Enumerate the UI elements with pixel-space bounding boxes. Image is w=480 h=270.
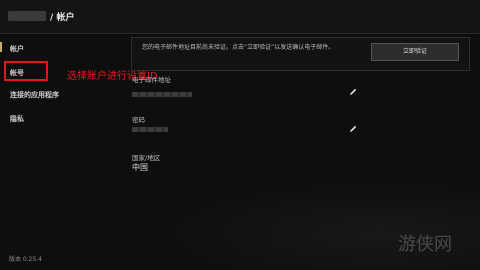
email-label: 电子邮件地址 — [132, 76, 171, 84]
sidebar-item-connected-apps[interactable]: 连接的应用程序 — [10, 90, 59, 100]
password-label: 密码 — [132, 116, 145, 124]
region-label: 国家/地区 — [132, 154, 161, 162]
version-label: 版本 0.25.4 — [9, 256, 42, 263]
annotation-highlight-box — [4, 61, 48, 81]
verify-now-button[interactable]: 立即验证 — [371, 43, 459, 61]
verification-notice: 您的电子邮件地址目前尚未验证。点击“立即验证”以发送确认电子邮件。 立即验证 — [131, 37, 470, 71]
region-value: 中国 — [132, 163, 148, 172]
site-watermark: 游侠网 — [398, 234, 452, 255]
breadcrumb: / 帐户 — [50, 10, 74, 23]
sidebar-item-privacy[interactable]: 隐私 — [10, 114, 24, 124]
sidebar-item-account[interactable]: 帐户 — [0, 42, 24, 54]
pencil-icon[interactable] — [348, 87, 358, 97]
breadcrumb-separator: / — [50, 13, 54, 23]
username-redacted — [8, 11, 46, 21]
header-bar: / 帐户 — [0, 0, 480, 34]
email-value-redacted — [132, 92, 192, 97]
password-value-redacted — [132, 127, 168, 132]
pencil-icon[interactable] — [348, 124, 358, 134]
page-title: 帐户 — [56, 13, 75, 23]
background-art — [150, 180, 480, 270]
notice-text: 您的电子邮件地址目前尚未验证。点击“立即验证”以发送确认电子邮件。 — [142, 44, 335, 51]
